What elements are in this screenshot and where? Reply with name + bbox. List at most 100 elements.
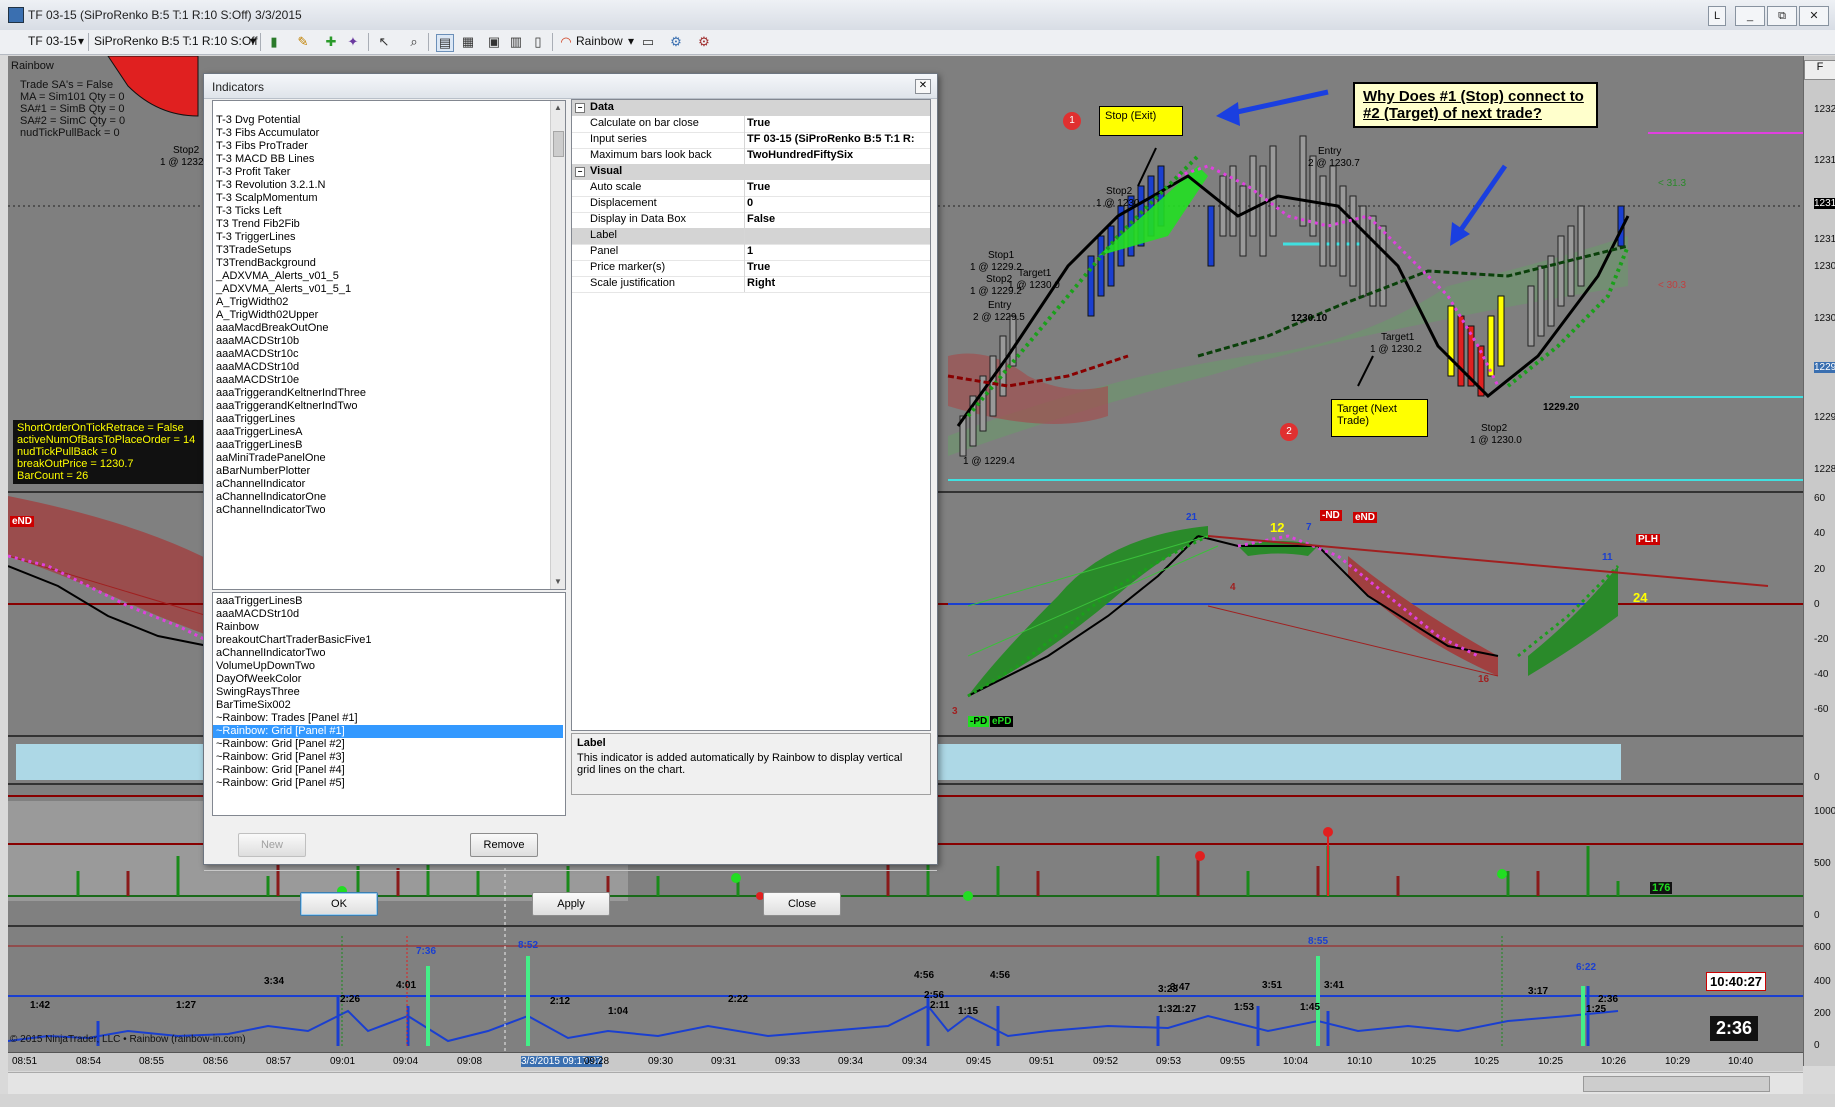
indicator-list-item[interactable]: aaaTriggerandKeltnerIndTwo <box>213 400 551 413</box>
applied-list-item[interactable]: ~Rainbow: Grid [Panel #2] <box>213 738 563 751</box>
indicator-list-item[interactable]: T3TrendBackground <box>213 257 551 270</box>
indicator-list-item[interactable]: _ADXVMA_Alerts_v01_5_1 <box>213 283 551 296</box>
category-data[interactable]: − Data <box>572 100 930 116</box>
indicator-list-item[interactable]: aaaTriggerLinesB <box>213 439 551 452</box>
indicator-list-item[interactable]: aChannelIndicator <box>213 478 551 491</box>
indicator-list-item[interactable]: aChannelIndicatorTwo <box>213 504 551 517</box>
applied-list-item[interactable]: DayOfWeekColor <box>213 673 563 686</box>
indicator-list-item[interactable]: A_TrigWidth02 <box>213 296 551 309</box>
data-box-icon[interactable]: ▦ <box>460 34 476 50</box>
indicator-list-item[interactable]: T-3 Ticks Left <box>213 205 551 218</box>
remove-button[interactable]: Remove <box>470 833 538 857</box>
panel-icon[interactable]: ▥ <box>508 34 524 50</box>
indicator-list-item[interactable]: T-3 Revolution 3.2.1.N <box>213 179 551 192</box>
rainbow-icon[interactable]: ◠ <box>558 34 574 50</box>
close-button[interactable]: ✕ <box>1799 6 1829 26</box>
applied-list-item[interactable]: BarTimeSix002 <box>213 699 563 712</box>
prop-row[interactable]: Maximum bars look back TwoHundredFiftySix <box>572 148 930 165</box>
indicator-list-item[interactable]: aaaMACDStr10b <box>213 335 551 348</box>
indicator-list-item[interactable]: aaaMacdBreakOutOne <box>213 322 551 335</box>
applied-indicators-list[interactable]: aaaTriggerLinesB aaaMACDStr10d Rainbow brea… <box>212 592 566 816</box>
price-axis[interactable]: F 1232.0 1231.5 1231.1 1231.0 1230.5 123… <box>1803 56 1835 1066</box>
scroll-thumb[interactable] <box>553 131 564 157</box>
apply-button[interactable]: Apply <box>532 892 610 916</box>
indicator-list-item[interactable]: aaaMACDStr10e <box>213 374 551 387</box>
indicator-list-item[interactable]: T-3 Profit Taker <box>213 166 551 179</box>
ok-button[interactable]: OK <box>300 892 378 916</box>
indicator-list-item[interactable]: aaaMACDStr10c <box>213 348 551 361</box>
bar-type-dropdown-icon[interactable]: ▾ <box>250 34 256 48</box>
new-button[interactable]: New <box>238 833 306 857</box>
indicator-list-item[interactable]: aaaTriggerandKeltnerIndThree <box>213 387 551 400</box>
pencil-icon[interactable]: ✎ <box>295 34 311 50</box>
indicator-list-item[interactable]: T-3 Fibs ProTrader <box>213 140 551 153</box>
applied-list-item[interactable]: aChannelIndicatorTwo <box>213 647 563 660</box>
bar-type-selector[interactable]: SiProRenko B:5 T:1 R:10 S:Off <box>94 34 258 48</box>
gear-red-icon[interactable]: ⚙ <box>696 34 712 50</box>
scroll-down-icon[interactable]: ▼ <box>551 575 565 589</box>
scroll-up-icon[interactable]: ▲ <box>551 101 565 115</box>
applied-list-item[interactable]: Rainbow <box>213 621 563 634</box>
screenshot-icon[interactable]: ▣ <box>486 34 502 50</box>
instrument-dropdown-icon[interactable]: ▾ <box>78 34 84 48</box>
scroll-thumb[interactable] <box>1583 1076 1770 1092</box>
applied-list-item[interactable]: aaaMACDStr10d <box>213 608 563 621</box>
lock-button[interactable]: L <box>1708 6 1726 26</box>
indicator-list-item[interactable]: aBarNumberPlotter <box>213 465 551 478</box>
chart-trader-icon[interactable]: ▤ <box>436 34 454 52</box>
indicator-list-item[interactable]: aaaTriggerLinesA <box>213 426 551 439</box>
zoom-icon[interactable]: ⌕ <box>406 34 422 50</box>
available-indicators-list[interactable]: T-3 Dvg Potential T-3 Fibs Accumulator T-3… <box>212 100 566 590</box>
bars-icon[interactable]: ▮ <box>266 34 282 50</box>
close-dialog-button[interactable]: Close <box>763 892 841 916</box>
indicator-list-item[interactable]: T3TradeSetups <box>213 244 551 257</box>
monitor-icon[interactable]: ▭ <box>640 34 656 50</box>
applied-list-item[interactable]: ~Rainbow: Grid [Panel #1] <box>213 725 563 738</box>
time-axis[interactable]: 08:51 08:54 08:55 08:56 08:57 09:01 09:04 09:08… <box>8 1052 1803 1071</box>
indicator-list-item[interactable]: aaMiniTradePanelOne <box>213 452 551 465</box>
prop-row[interactable]: Input series TF 03-15 (SiProRenko B:5 T:1… <box>572 132 930 149</box>
document-icon[interactable]: ▯ <box>530 34 546 50</box>
available-list-scrollbar[interactable]: ▲ ▼ <box>550 101 565 589</box>
indicator-list-item[interactable]: T-3 ScalpMomentum <box>213 192 551 205</box>
strategy-selector[interactable]: Rainbow <box>576 34 623 48</box>
applied-list-item[interactable]: breakoutChartTraderBasicFive1 <box>213 634 563 647</box>
indicator-list-item[interactable]: aaaTriggerLines <box>213 413 551 426</box>
dialog-close-icon[interactable]: ✕ <box>915 79 931 94</box>
indicator-list-item[interactable]: T-3 Fibs Accumulator <box>213 127 551 140</box>
prop-row[interactable]: Calculate on bar close True <box>572 116 930 133</box>
prop-row[interactable]: Auto scale True <box>572 180 930 197</box>
property-grid[interactable]: − Data Calculate on bar close True Input … <box>571 99 931 731</box>
collapse-icon[interactable]: − <box>575 103 585 113</box>
prop-row-selected[interactable]: Label <box>572 228 930 245</box>
applied-list-item[interactable]: SwingRaysThree <box>213 686 563 699</box>
axis-scale-icon[interactable]: F <box>1804 60 1835 80</box>
category-visual[interactable]: − Visual <box>572 164 930 180</box>
cursor-icon[interactable]: ↖ <box>376 34 392 50</box>
strategy-dropdown-icon[interactable]: ▾ <box>628 34 634 48</box>
prop-row[interactable]: Display in Data Box False <box>572 212 930 229</box>
fibonacci-icon[interactable]: ✦ <box>345 34 361 50</box>
maximize-button[interactable]: ⧉ <box>1767 6 1797 26</box>
draw-tool-icon[interactable]: ✚ <box>323 34 339 50</box>
indicator-list-item[interactable]: T-3 Dvg Potential <box>213 114 551 127</box>
indicator-list-item[interactable]: _ADXVMA_Alerts_v01_5 <box>213 270 551 283</box>
collapse-icon[interactable]: − <box>575 167 585 177</box>
prop-row[interactable]: Panel 1 <box>572 244 930 261</box>
applied-list-item[interactable]: ~Rainbow: Grid [Panel #3] <box>213 751 563 764</box>
prop-row[interactable]: Displacement 0 <box>572 196 930 213</box>
instrument-selector[interactable]: TF 03-15 <box>28 34 77 48</box>
indicator-list-item[interactable]: A_TrigWidth02Upper <box>213 309 551 322</box>
indicator-list-item[interactable]: aaaMACDStr10d <box>213 361 551 374</box>
indicator-list-item[interactable]: T-3 TriggerLines <box>213 231 551 244</box>
applied-list-item[interactable]: ~Rainbow: Grid [Panel #5] <box>213 777 563 790</box>
indicator-list-item[interactable]: T-3 MACD BB Lines <box>213 153 551 166</box>
applied-list-item[interactable]: ~Rainbow: Grid [Panel #4] <box>213 764 563 777</box>
gear-icon[interactable]: ⚙ <box>668 34 684 50</box>
chart-scrollbar[interactable] <box>8 1072 1803 1095</box>
prop-row[interactable]: Price marker(s) True <box>572 260 930 277</box>
applied-list-item[interactable]: VolumeUpDownTwo <box>213 660 563 673</box>
indicator-list-item[interactable]: T3 Trend Fib2Fib <box>213 218 551 231</box>
applied-list-item[interactable]: ~Rainbow: Trades [Panel #1] <box>213 712 563 725</box>
minimize-button[interactable]: _ <box>1735 6 1765 26</box>
